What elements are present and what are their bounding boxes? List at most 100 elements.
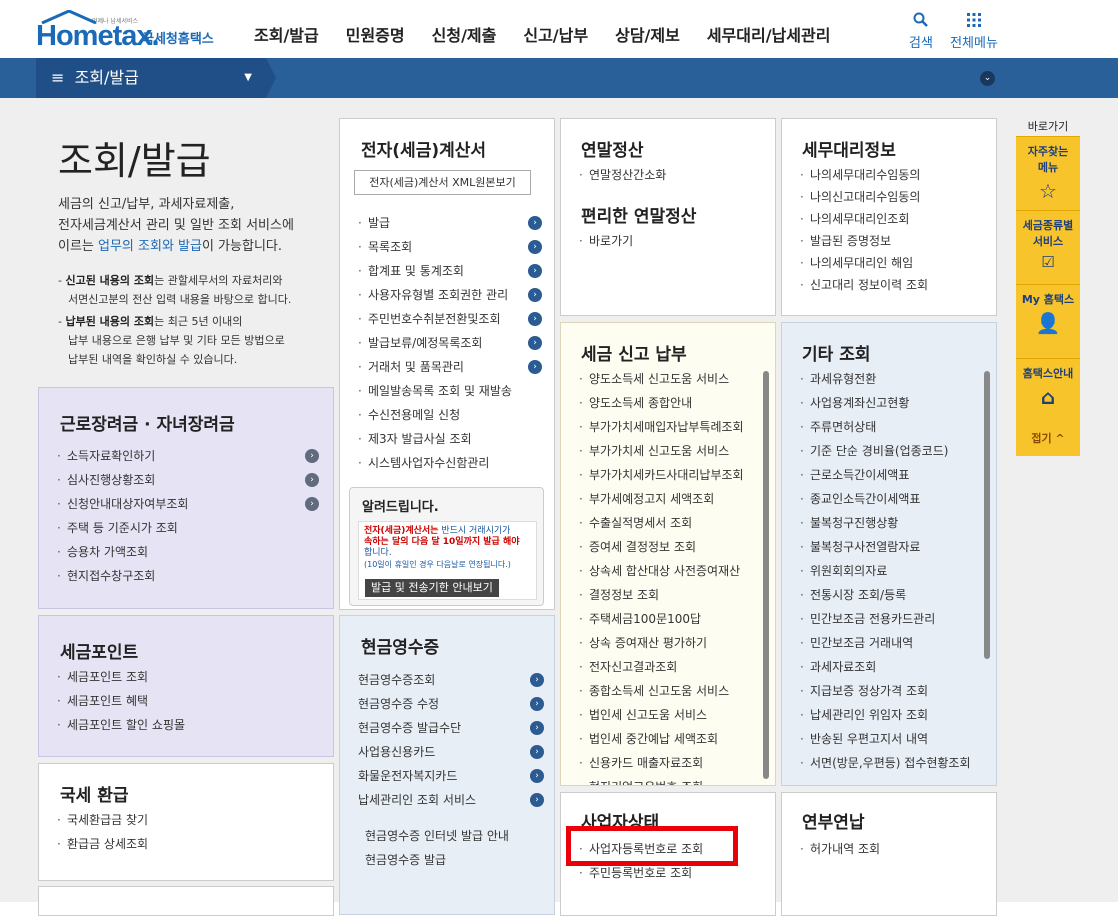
list-item[interactable]: · 환급금 상세조회 [57, 832, 319, 856]
list-item[interactable]: · 주택세금100문100답 [579, 607, 765, 631]
list-item[interactable]: · 연말정산간소화 [579, 163, 765, 187]
list-item[interactable]: · 상속세 합산대상 사전증여재산 [579, 559, 765, 583]
nav-item[interactable]: 상담/제보 [615, 22, 680, 46]
list-item[interactable]: · 민간보조금 전용카드관리 [800, 607, 990, 631]
go-arrow-icon[interactable]: › [530, 769, 544, 783]
list-item[interactable]: · 세금포인트 할인 쇼핑몰 [57, 713, 319, 737]
list-item[interactable]: · 바로가기 [579, 229, 765, 253]
list-item[interactable]: · 신고대리 정보이력 조회 [800, 274, 990, 296]
list-item[interactable]: · 불복청구진행상황 [800, 511, 990, 535]
list-item[interactable]: · 결정정보 조회 [579, 583, 765, 607]
list-item[interactable]: 현금영수증 발급수단 › [358, 716, 544, 740]
list-item[interactable]: · 세금포인트 조회 [57, 665, 319, 689]
list-item[interactable]: · 부가가치세카드사대리납부조회 [579, 463, 765, 487]
list-item[interactable]: · 거래처 및 품목관리 › [358, 355, 542, 379]
go-arrow-icon[interactable]: › [305, 449, 319, 463]
expand-chevron-icon[interactable]: ⌄ [980, 71, 995, 86]
list-item[interactable]: · 나의신고대리수임동의 [800, 186, 990, 208]
list-item[interactable]: · 서면(방문,우편등) 접수현황조회 [800, 751, 990, 775]
list-item[interactable]: · 주류면허상태 [800, 415, 990, 439]
go-arrow-icon[interactable]: › [305, 497, 319, 511]
list-item[interactable]: · 부가가치세매입자납부특례조회 [579, 415, 765, 439]
go-arrow-icon[interactable]: › [528, 240, 542, 254]
list-item[interactable]: · 메일발송목록 조회 및 재발송 [358, 379, 542, 403]
list-item[interactable]: · 민간보조금 거래내역 [800, 631, 990, 655]
list-item[interactable]: · 사용자유형별 조회권한 관리 › [358, 283, 542, 307]
list-item[interactable]: · 기준 단순 경비율(업종코드) [800, 439, 990, 463]
go-arrow-icon[interactable]: › [528, 264, 542, 278]
list-item[interactable]: · 상속 증여재산 평가하기 [579, 631, 765, 655]
list-item[interactable]: · 종합소득세 신고도움 서비스 [579, 679, 765, 703]
list-item[interactable]: · 나의세무대리인조회 [800, 208, 990, 230]
scrollbar[interactable] [984, 371, 990, 659]
list-item[interactable]: · 국세환급금 찾기 [57, 808, 319, 832]
list-item[interactable]: · 시스템사업자수신함관리 [358, 451, 542, 475]
go-arrow-icon[interactable]: › [528, 360, 542, 374]
go-arrow-icon[interactable]: › [530, 793, 544, 807]
list-item[interactable]: · 세금포인트 혜택 [57, 689, 319, 713]
go-arrow-icon[interactable]: › [530, 721, 544, 735]
scrollbar[interactable] [763, 371, 769, 779]
list-item[interactable]: ·현지기업고유번호 조회 [579, 775, 765, 785]
list-item[interactable]: · 심사진행상황조회 › [57, 468, 319, 492]
list-item[interactable]: · 소득자료확인하기 › [57, 444, 319, 468]
quick-hometax-guide[interactable]: 홈택스안내 ⌂ [1016, 358, 1080, 422]
list-item[interactable]: · 증여세 결정정보 조회 [579, 535, 765, 559]
go-arrow-icon[interactable]: › [528, 336, 542, 350]
go-arrow-icon[interactable]: › [530, 673, 544, 687]
go-arrow-icon[interactable]: › [305, 473, 319, 487]
list-item[interactable]: · 사업용계좌신고현황 [800, 391, 990, 415]
quick-my-hometax[interactable]: My 홈택스 👤 [1016, 284, 1080, 358]
list-item[interactable]: · 현지접수창구조회 [57, 564, 319, 588]
list-item[interactable]: · 발급보류/예정목록조회 › [358, 331, 542, 355]
list-item[interactable]: · 부가세예정고지 세액조회 [579, 487, 765, 511]
list-item[interactable]: · 신청안내대상자여부조회 › [57, 492, 319, 516]
quick-frequent-menu[interactable]: 자주찾는 메뉴 ☆ [1016, 136, 1080, 210]
quick-close-button[interactable]: 접기 ^ [1016, 422, 1080, 456]
list-item[interactable]: · 나의세무대리수임동의 [800, 164, 990, 186]
list-item[interactable]: · 수출실적명세서 조회 [579, 511, 765, 535]
list-item[interactable]: · 주택 등 기준시가 조회 [57, 516, 319, 540]
list-item[interactable]: · 근로소득간이세액표 [800, 463, 990, 487]
list-item[interactable]: · 법인세 중간예납 세액조회 [579, 727, 765, 751]
list-item[interactable]: · 지급보증 정상가격 조회 [800, 679, 990, 703]
list-item[interactable]: · 전자신고결과조회 [579, 655, 765, 679]
list-item[interactable]: 화물운전자복지카드 › [358, 764, 544, 788]
nav-item[interactable]: 신청/제출 [432, 22, 497, 46]
list-item[interactable]: · 수신전용메일 신청 [358, 403, 542, 427]
list-item[interactable]: · 양도소득세 종합안내 [579, 391, 765, 415]
list-item[interactable]: · 나의세무대리인 해임 [800, 252, 990, 274]
list-item[interactable]: · 종교인소득간이세액표 [800, 487, 990, 511]
go-arrow-icon[interactable]: › [530, 697, 544, 711]
all-menu-button[interactable]: 전체메뉴 [948, 12, 1000, 51]
nav-item[interactable]: 세무대리/납세관리 [707, 22, 831, 46]
list-item[interactable]: · 납세관리인 위임자 조회 [800, 703, 990, 727]
list-item[interactable]: · 전통시장 조회/등록 [800, 583, 990, 607]
list-item[interactable]: · 신용카드 매출자료조회 [579, 751, 765, 775]
list-item[interactable]: · 주민번호수취분전환및조회 › [358, 307, 542, 331]
list-item[interactable]: · 제3자 발급사실 조회 [358, 427, 542, 451]
issue-deadline-guide-button[interactable]: 발급 및 전송기한 안내보기 [365, 579, 499, 597]
list-item[interactable]: · 양도소득세 신고도움 서비스 [579, 367, 765, 391]
list-item[interactable]: · 불복청구사전열람자료 [800, 535, 990, 559]
list-item[interactable]: 현금영수증 수정 › [358, 692, 544, 716]
list-item[interactable]: · 과세유형전환 [800, 367, 990, 391]
hometax-logo[interactable]: 언제나 납세서비스 Hometax. 국세청홈택스 [36, 10, 226, 52]
list-item[interactable]: · 과세자료조회 [800, 655, 990, 679]
list-item[interactable]: 현금영수증 인터넷 발급 안내 [365, 824, 551, 848]
list-item[interactable]: · 합계표 및 통계조회 › [358, 259, 542, 283]
go-arrow-icon[interactable]: › [530, 745, 544, 759]
nav-item[interactable]: 민원증명 [346, 22, 405, 46]
list-item[interactable]: 현금영수증조회 › [358, 668, 544, 692]
breadcrumb-dropdown[interactable]: ≡ 조회/발급 ▼ [36, 58, 266, 98]
quick-tax-type-service[interactable]: 세금종류별 서비스 ☑ [1016, 210, 1080, 284]
list-item[interactable]: · 목록조회 › [358, 235, 542, 259]
list-item[interactable]: 현금영수증 발급 [365, 848, 551, 872]
list-item[interactable]: · 법인세 신고도움 서비스 [579, 703, 765, 727]
list-item[interactable]: · 발급 › [358, 211, 542, 235]
go-arrow-icon[interactable]: › [528, 288, 542, 302]
list-item[interactable]: · 허가내역 조회 [800, 837, 986, 861]
list-item[interactable]: · 부가가치세 신고도움 서비스 [579, 439, 765, 463]
list-item[interactable]: · 승용차 가액조회 [57, 540, 319, 564]
nav-item[interactable]: 신고/납부 [523, 22, 588, 46]
